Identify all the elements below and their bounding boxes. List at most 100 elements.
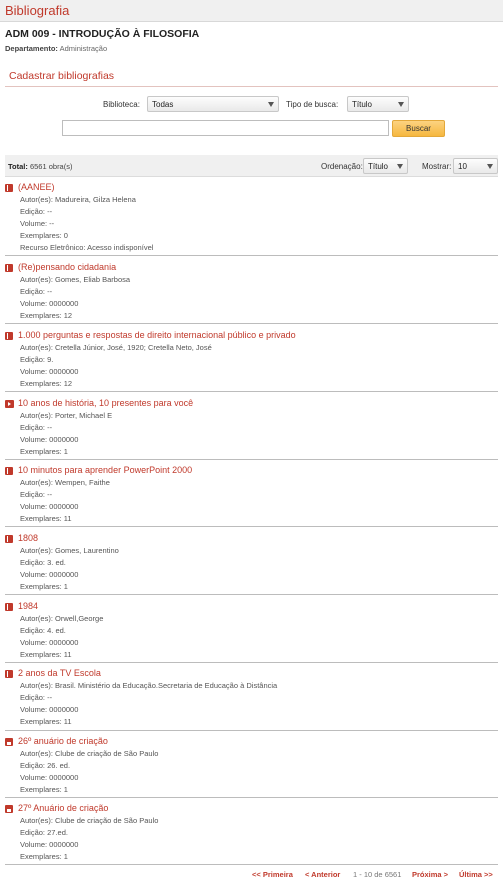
list-item: 10 minutos para aprender PowerPoint 2000… [5,465,498,527]
page-size-select[interactable]: 10 [453,158,498,174]
item-volume: Volume: 0000000 [20,570,79,579]
item-author: Autor(es): Clube de criação de São Paulo [20,749,159,758]
item-copies: Exemplares: 11 [20,650,72,659]
section-divider [5,86,498,87]
search-type-label: Tipo de busca: [286,100,339,109]
list-item: 27º Anuário de criação Autor(es): Clube … [5,803,498,865]
item-edition: Edição: -- [20,423,53,432]
disk-icon [5,805,13,813]
show-label: Mostrar: [422,162,452,171]
chevron-down-icon [487,164,493,169]
results-total-value: 6561 obra(s) [29,162,73,171]
item-edition: Edição: -- [20,287,53,296]
pagination-last[interactable]: Última >> [459,870,493,879]
library-select-value: Todas [152,100,174,109]
chevron-down-icon [397,164,403,169]
search-type-select[interactable]: Título [347,96,409,112]
item-volume: Volume: 0000000 [20,435,79,444]
pagination-info: 1 - 10 de 6561 [353,870,402,879]
sort-label: Ordenação: [321,162,363,171]
item-title-link[interactable]: 1.000 perguntas e respostas de direito i… [18,330,296,340]
item-author: Autor(es): Gomes, Laurentino [20,546,119,555]
book-icon [5,535,13,543]
item-edition: Edição: 9. [20,355,54,364]
item-copies: Exemplares: 12 [20,379,73,388]
course-title: ADM 009 - INTRODUÇÃO À FILOSOFIA [5,28,200,40]
item-volume: Volume: 0000000 [20,840,79,849]
item-title-link[interactable]: (Re)pensando cidadania [18,262,116,272]
item-copies: Exemplares: 1 [20,785,68,794]
item-copies: Exemplares: 1 [20,582,68,591]
item-edition: Edição: -- [20,693,53,702]
item-author: Autor(es): Brasil. Ministério da Educaçã… [20,681,278,690]
book-icon [5,264,13,272]
item-author: Autor(es): Gomes, Eliab Barbosa [20,275,131,284]
item-title-link[interactable]: (AANEE) [18,182,55,192]
book-icon [5,603,13,611]
results-total-label: Total: [8,162,28,171]
item-copies: Exemplares: 1 [20,447,68,456]
library-select[interactable]: Todas [147,96,279,112]
list-item: 1.000 perguntas e respostas de direito i… [5,330,498,392]
item-volume: Volume: 0000000 [20,367,79,376]
item-title-link[interactable]: 26º anuário de criação [18,736,108,746]
item-copies: Exemplares: 1 [20,852,68,861]
book-icon [5,184,13,192]
item-author: Autor(es): Porter, Michael E [20,411,113,420]
pagination-first[interactable]: << Primeira [252,870,293,879]
sort-select[interactable]: Título [363,158,408,174]
list-item: (Re)pensando cidadania Autor(es): Gomes,… [5,262,498,324]
item-edition: Edição: 27.ed. [20,828,68,837]
item-electronic-resource: Recurso Eletrônico: Acesso indisponível [20,243,154,252]
item-volume: Volume: -- [20,219,55,228]
chevron-down-icon [268,102,274,107]
item-edition: Edição: 4. ed. [20,626,66,635]
page-size-select-value: 10 [458,162,467,171]
results-total: Total: 6561 obra(s) [8,162,72,171]
item-title-link[interactable]: 1984 [18,601,38,611]
item-volume: Volume: 0000000 [20,502,79,511]
department-value: Administração [59,44,108,53]
pagination-next[interactable]: Próxima > [412,870,448,879]
search-button[interactable]: Buscar [392,120,445,137]
results-toolbar: Total: 6561 obra(s) Ordenação: Título Mo… [5,155,498,177]
item-author: Autor(es): Madureira, Gilza Helena [20,195,136,204]
item-copies: Exemplares: 11 [20,717,72,726]
pagination-previous[interactable]: < Anterior [305,870,340,879]
section-title: Cadastrar bibliografias [9,70,115,82]
item-title-link[interactable]: 1808 [18,533,38,543]
item-title-link[interactable]: 10 anos de história, 10 presentes para v… [18,398,193,408]
item-edition: Edição: -- [20,207,53,216]
app-header: Bibliografia [0,0,503,22]
item-copies: Exemplares: 12 [20,311,73,320]
video-icon [5,400,14,408]
item-edition: Edição: -- [20,490,53,499]
department-label: Departamento: [5,44,58,53]
item-copies: Exemplares: 11 [20,514,72,523]
book-icon [5,332,13,340]
item-author: Autor(es): Wempen, Faithe [20,478,110,487]
item-author: Autor(es): Orwell,George [20,614,104,623]
list-item: 10 anos de história, 10 presentes para v… [5,398,498,460]
item-edition: Edição: 3. ed. [20,558,66,567]
list-item: 1984 Autor(es): Orwell,George Edição: 4.… [5,601,498,663]
item-volume: Volume: 0000000 [20,638,79,647]
list-item: 2 anos da TV Escola Autor(es): Brasil. M… [5,668,498,731]
list-item: 26º anuário de criação Autor(es): Clube … [5,736,498,798]
item-author: Autor(es): Clube de criação de São Paulo [20,816,159,825]
item-volume: Volume: 0000000 [20,773,79,782]
search-type-select-value: Título [352,100,373,109]
item-volume: Volume: 0000000 [20,299,79,308]
item-volume: Volume: 0000000 [20,705,79,714]
item-title-link[interactable]: 2 anos da TV Escola [18,668,101,678]
sort-select-value: Título [368,162,389,171]
item-title-link[interactable]: 27º Anuário de criação [18,803,108,813]
book-icon [5,467,13,475]
list-item: (AANEE) Autor(es): Madureira, Gilza Hele… [5,182,498,256]
book-icon [5,670,13,678]
item-copies: Exemplares: 0 [20,231,68,240]
search-input[interactable] [62,120,389,136]
disk-icon [5,738,13,746]
item-title-link[interactable]: 10 minutos para aprender PowerPoint 2000 [18,465,192,475]
item-edition: Edição: 26. ed. [20,761,71,770]
